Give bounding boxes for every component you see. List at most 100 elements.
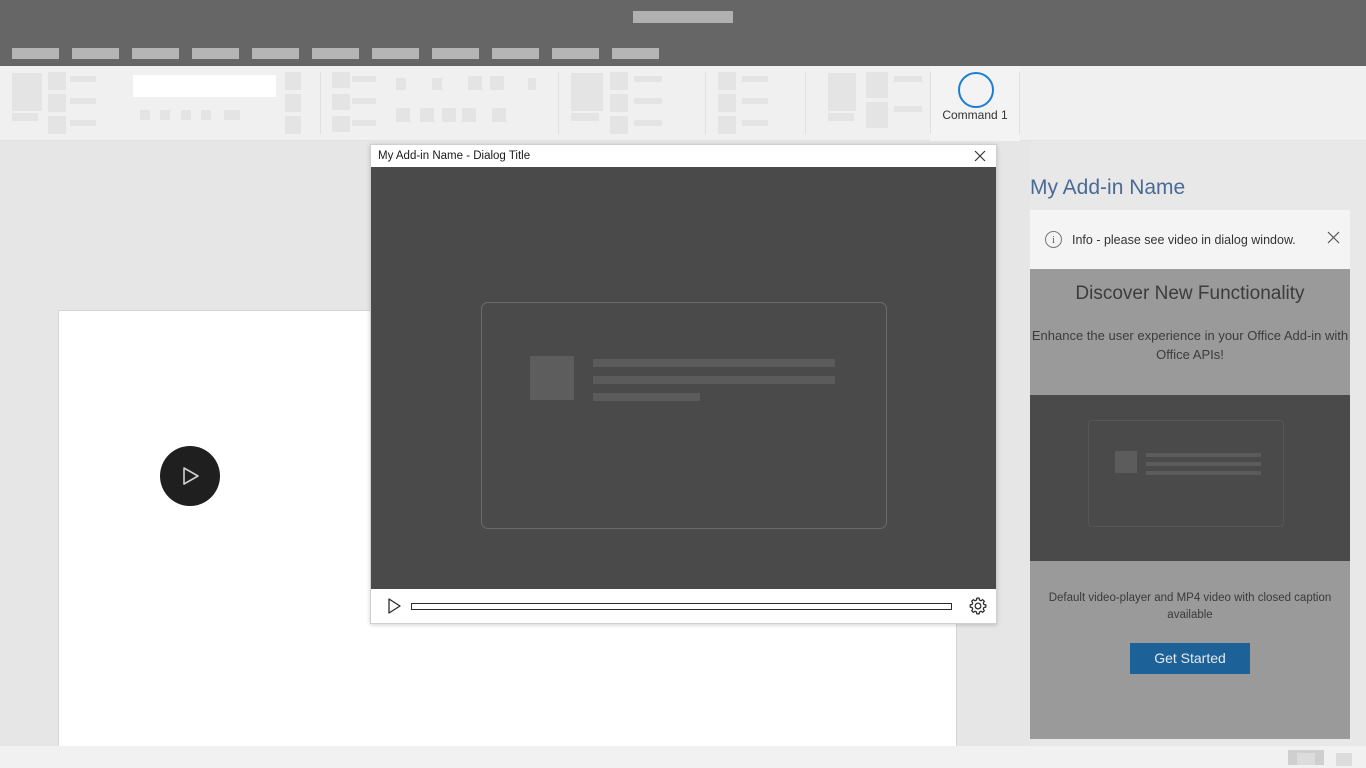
ribbon-control-placeholder[interactable]	[285, 116, 301, 134]
ribbon-control-placeholder[interactable]	[492, 108, 506, 122]
ribbon-control-placeholder[interactable]	[332, 116, 350, 132]
play-icon	[183, 467, 199, 485]
dialog-placeholder-line	[593, 393, 700, 401]
ribbon-control-placeholder[interactable]	[48, 94, 66, 112]
ribbon-control-placeholder[interactable]	[420, 108, 434, 122]
ribbon-control-placeholder[interactable]	[160, 110, 170, 120]
ribbon-control-placeholder[interactable]	[742, 98, 768, 104]
ribbon-search-input[interactable]	[133, 75, 276, 97]
ribbon-control-placeholder[interactable]	[224, 110, 240, 120]
ribbon-control-placeholder[interactable]	[285, 72, 301, 90]
video-progress-bar[interactable]	[411, 602, 952, 610]
status-placeholder-2[interactable]	[1336, 753, 1352, 766]
ribbon-group-separator	[320, 72, 321, 134]
ribbon-control-placeholder[interactable]	[742, 120, 768, 126]
ribbon-control-placeholder[interactable]	[442, 108, 456, 122]
hero-heading: Discover New Functionality	[1075, 283, 1305, 304]
ribbon-control-placeholder[interactable]	[571, 113, 599, 121]
ribbon-control-placeholder[interactable]	[12, 113, 38, 121]
dialog-placeholder-line	[593, 376, 835, 384]
ribbon-control-placeholder[interactable]	[610, 72, 628, 90]
ribbon-control-placeholder[interactable]	[396, 108, 410, 122]
ribbon-tab-11[interactable]	[612, 48, 659, 59]
info-circle-icon: i	[1045, 231, 1062, 248]
ribbon-control-placeholder[interactable]	[866, 72, 888, 98]
ribbon-control-placeholder[interactable]	[285, 94, 301, 112]
ribbon-control-placeholder[interactable]	[718, 94, 736, 112]
ribbon-control-placeholder[interactable]	[140, 110, 150, 120]
command-1-label[interactable]: Command 1	[930, 108, 1020, 122]
ribbon-tab-4[interactable]	[192, 48, 239, 59]
ribbon-control-placeholder[interactable]	[201, 110, 211, 120]
ribbon-control-placeholder[interactable]	[490, 76, 504, 90]
info-close-icon[interactable]	[1316, 231, 1350, 248]
ribbon-group-separator	[805, 72, 806, 134]
ribbon-control-placeholder[interactable]	[634, 120, 662, 126]
ribbon-control-placeholder[interactable]	[468, 76, 482, 90]
ribbon-tab-9[interactable]	[492, 48, 539, 59]
ribbon-control-placeholder[interactable]	[352, 98, 376, 104]
ribbon-control-placeholder[interactable]	[634, 76, 662, 82]
dialog-close-icon[interactable]	[970, 146, 990, 166]
ribbon-control-placeholder[interactable]	[352, 76, 376, 82]
ribbon-control-placeholder[interactable]	[332, 94, 350, 110]
ribbon-tab-5[interactable]	[252, 48, 299, 59]
ribbon-group-separator	[705, 72, 706, 134]
ribbon-tab-3[interactable]	[132, 48, 179, 59]
ribbon-tab-10[interactable]	[552, 48, 599, 59]
ribbon-control-placeholder[interactable]	[828, 73, 856, 111]
ribbon-control-placeholder[interactable]	[48, 72, 66, 90]
command-1-icon[interactable]	[958, 72, 994, 108]
ribbon-control-placeholder[interactable]	[571, 73, 603, 111]
hero-banner: Discover New Functionality Enhance the u…	[1030, 269, 1350, 395]
ribbon-control-placeholder[interactable]	[396, 78, 406, 90]
ribbon-control-placeholder[interactable]	[70, 98, 96, 104]
ribbon-group-separator	[558, 72, 559, 134]
ribbon-control-placeholder[interactable]	[352, 120, 376, 126]
ribbon-control-placeholder[interactable]	[48, 116, 66, 134]
ribbon-tab-8[interactable]	[432, 48, 479, 59]
ribbon-tab-6[interactable]	[312, 48, 359, 59]
ribbon-tab-2[interactable]	[72, 48, 119, 59]
task-pane-title-text: My Add-in Name	[1030, 176, 1186, 199]
video-play-button[interactable]	[383, 598, 405, 614]
ribbon-control-placeholder[interactable]	[528, 78, 536, 90]
ribbon-control-placeholder[interactable]	[462, 108, 476, 122]
ribbon-control-placeholder[interactable]	[634, 98, 662, 104]
task-pane-footer: Default video-player and MP4 video with …	[1030, 561, 1350, 739]
ribbon-control-placeholder[interactable]	[432, 78, 442, 90]
get-started-button[interactable]: Get Started	[1130, 643, 1250, 675]
ribbon-control-placeholder[interactable]	[181, 110, 191, 120]
ribbon-control-placeholder[interactable]	[718, 116, 736, 134]
addin-dialog-window[interactable]: My Add-in Name - Dialog Title	[370, 144, 997, 624]
ribbon-tab-7[interactable]	[372, 48, 419, 59]
status-placeholder-inner[interactable]	[1297, 753, 1315, 765]
video-control-bar[interactable]	[371, 589, 996, 623]
ribbon-control-placeholder[interactable]	[12, 73, 42, 111]
ribbon-control-placeholder[interactable]	[610, 94, 628, 112]
dialog-title-text: My Add-in Name - Dialog Title	[378, 150, 531, 162]
gear-icon	[969, 597, 987, 615]
hero-body: Enhance the user experience in your Offi…	[1031, 328, 1349, 362]
group-separator-right	[1019, 72, 1020, 134]
video-settings-button[interactable]	[960, 596, 996, 616]
video-placeholder-line	[1146, 462, 1261, 466]
ribbon-control-placeholder[interactable]	[70, 76, 96, 82]
ribbon-control-placeholder[interactable]	[828, 113, 854, 121]
ribbon-control-placeholder[interactable]	[70, 120, 96, 126]
ribbon-control-placeholder[interactable]	[718, 72, 736, 90]
info-message-text: Info - please see video in dialog window…	[1072, 232, 1296, 247]
ribbon-tab-1[interactable]	[12, 48, 59, 59]
window-title-bar	[0, 0, 1366, 40]
dialog-video-area[interactable]	[371, 167, 996, 589]
ribbon-control-placeholder[interactable]	[332, 72, 350, 88]
ribbon-control-placeholder[interactable]	[894, 76, 922, 82]
ribbon-control-placeholder[interactable]	[610, 116, 628, 134]
ribbon-control-placeholder[interactable]	[866, 102, 888, 128]
ribbon-tab-strip[interactable]	[0, 40, 1366, 66]
dialog-video-placeholder-square	[530, 356, 574, 400]
ribbon-control-placeholder[interactable]	[894, 106, 922, 112]
task-pane-video-preview[interactable]	[1030, 395, 1350, 561]
play-button-overlay[interactable]	[160, 446, 220, 506]
ribbon-control-placeholder[interactable]	[742, 76, 768, 82]
